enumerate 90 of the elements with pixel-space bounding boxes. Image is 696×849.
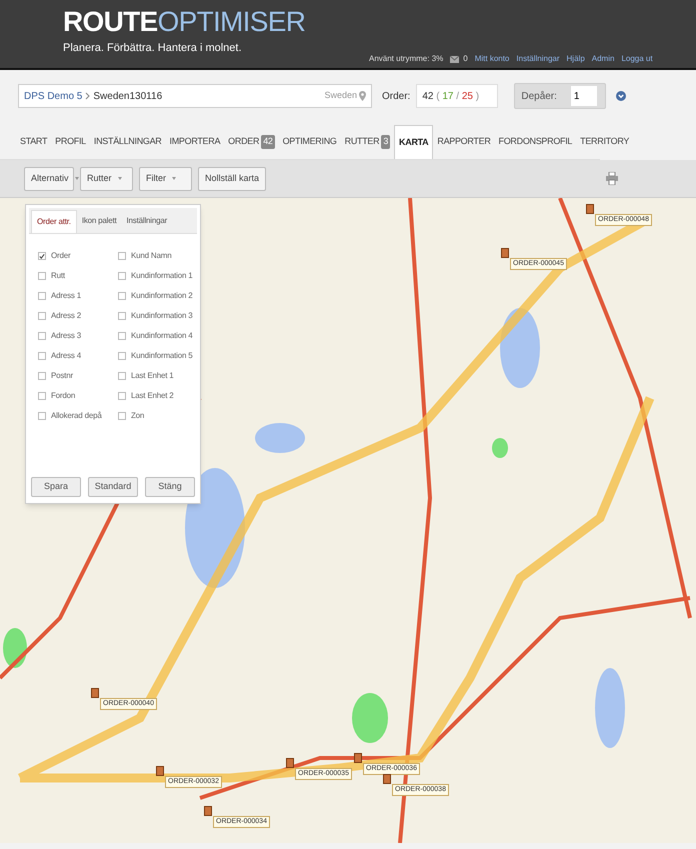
checkbox-label: Kundinformation 5: [131, 350, 193, 362]
checkbox[interactable]: [38, 292, 46, 300]
chevron-right-icon: [85, 92, 90, 100]
nav-tab[interactable]: RAPPORTER: [433, 125, 495, 159]
message-count: 0: [463, 53, 468, 65]
order-label: Order:: [382, 90, 410, 104]
checkbox-label: Allokerad depå: [51, 410, 102, 422]
checkbox-label: Order: [51, 250, 70, 262]
checkbox[interactable]: [38, 312, 46, 320]
reset-map-button[interactable]: Nollställ karta: [198, 166, 266, 190]
nav-tab[interactable]: OPTIMERING: [278, 125, 341, 159]
nav-tab[interactable]: FORDONSPROFIL: [494, 125, 576, 159]
project-field[interactable]: DPS Demo 5 Sweden130116 Sweden: [18, 84, 372, 108]
checkbox-label: Kundinformation 2: [131, 290, 193, 302]
checkbox[interactable]: [38, 412, 46, 420]
header-link[interactable]: Logga ut: [621, 53, 653, 65]
nav-tab[interactable]: KARTA: [394, 125, 434, 159]
envelope-icon[interactable]: [450, 56, 460, 62]
order-marker-icon[interactable]: [91, 688, 99, 698]
checkbox[interactable]: [38, 332, 46, 340]
header-link[interactable]: Inställningar: [516, 53, 560, 65]
checkbox-label: Last Enhet 2: [131, 390, 174, 402]
dropdown-button[interactable]: Rutter: [80, 166, 133, 190]
checkbox[interactable]: [38, 392, 46, 400]
header-link[interactable]: Admin: [592, 53, 614, 65]
checkbox-label: Kundinformation 1: [131, 270, 193, 282]
checkbox-label: Kund Namn: [131, 250, 172, 262]
order-marker-icon[interactable]: [354, 753, 362, 763]
checkbox[interactable]: [118, 332, 126, 340]
checkbox[interactable]: [38, 272, 46, 280]
checkbox-label: Adress 3: [51, 330, 81, 342]
checkbox-label: Zon: [131, 410, 144, 422]
checkbox-label: Last Enhet 1: [131, 370, 174, 382]
order-marker-icon[interactable]: [383, 774, 391, 784]
chevron-down-icon[interactable]: [616, 91, 626, 101]
checkbox-label: Adress 1: [51, 290, 81, 302]
printer-icon[interactable]: [606, 172, 618, 185]
checkbox[interactable]: [118, 292, 126, 300]
panel-button[interactable]: Stäng: [145, 477, 195, 497]
caret-icon: [172, 177, 176, 180]
header-link[interactable]: Mitt konto: [474, 53, 510, 65]
nav-tab[interactable]: ORDER 42: [224, 125, 279, 159]
checkbox-label: Fordon: [51, 390, 76, 402]
nav-tab[interactable]: INSTÄLLNINGAR: [90, 125, 166, 159]
depot-count-field[interactable]: 1: [570, 86, 597, 106]
panel-tab[interactable]: Inställningar: [122, 208, 172, 233]
dropdown-button[interactable]: Filter: [139, 166, 192, 190]
panel-tab[interactable]: Ikon palett: [76, 208, 122, 233]
panel-button[interactable]: Standard: [88, 477, 138, 497]
panel-button[interactable]: Spara: [31, 477, 81, 497]
checkbox-label: Kundinformation 4: [131, 330, 193, 342]
checkbox-label: Kundinformation 3: [131, 310, 193, 322]
checkbox[interactable]: [118, 412, 126, 420]
order-marker-icon[interactable]: [586, 204, 594, 214]
logo-text: ROUTEOPTIMISER: [63, 6, 306, 37]
nav-tab[interactable]: IMPORTERA: [166, 125, 224, 159]
nav-tab[interactable]: PROFIL: [51, 125, 90, 159]
checkbox[interactable]: [38, 252, 46, 260]
checkbox[interactable]: [118, 372, 126, 380]
tagline: Planera. Förbättra. Hantera i molnet.: [63, 41, 243, 56]
checkbox[interactable]: [118, 312, 126, 320]
nav-tab[interactable]: START: [16, 125, 52, 159]
depot-label: Depåer:: [521, 90, 557, 104]
nav-tab[interactable]: TERRITORY: [576, 125, 634, 159]
location-pin-icon: [359, 91, 366, 101]
caret-icon: [118, 177, 122, 180]
checkbox[interactable]: [118, 392, 126, 400]
checkbox-label: Adress 2: [51, 310, 81, 322]
checkbox[interactable]: [38, 352, 46, 360]
nav-tab[interactable]: RUTTER 3: [340, 125, 394, 159]
checkbox-label: Postnr: [51, 370, 73, 382]
breadcrumb-item[interactable]: DPS Demo 5: [24, 88, 82, 104]
checkbox[interactable]: [118, 352, 126, 360]
checkbox-label: Adress 4: [51, 350, 81, 362]
order-count-field: 42 ( 17 / 25 ): [416, 84, 498, 108]
checkbox-label: Rutt: [51, 270, 65, 282]
breadcrumb-item: Sweden130116: [93, 90, 162, 104]
count-badge: 3: [381, 135, 390, 149]
order-marker-icon[interactable]: [156, 766, 164, 776]
checkbox[interactable]: [38, 372, 46, 380]
count-badge: 42: [261, 135, 275, 149]
checkbox[interactable]: [118, 252, 126, 260]
order-marker-icon[interactable]: [204, 806, 212, 816]
order-marker-icon[interactable]: [286, 758, 294, 768]
checkbox[interactable]: [118, 272, 126, 280]
storage-usage: Använt utrymme: 3%: [369, 53, 444, 65]
country-label: Sweden: [324, 89, 357, 102]
panel-tab[interactable]: Order attr.: [31, 210, 77, 233]
header-link[interactable]: Hjälp: [566, 53, 585, 65]
order-marker-icon[interactable]: [501, 248, 509, 258]
